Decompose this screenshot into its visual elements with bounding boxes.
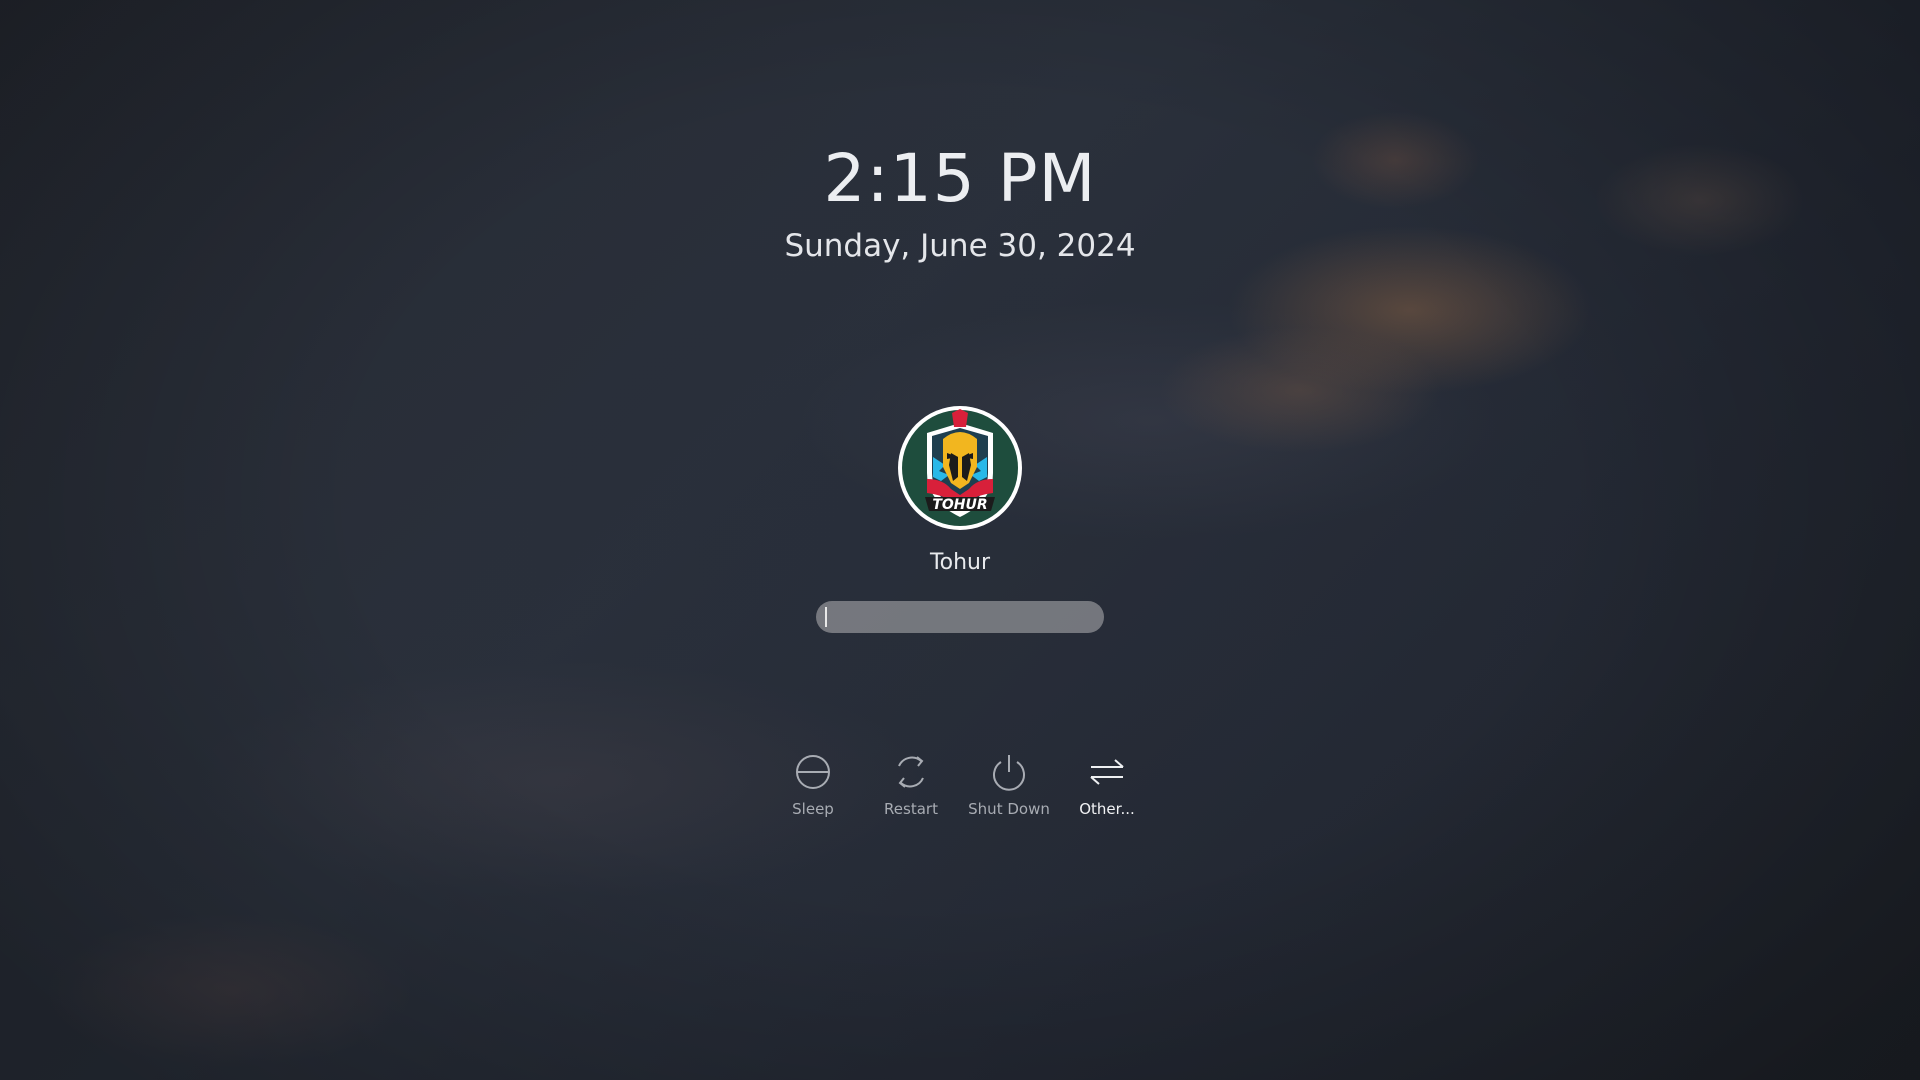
spartan-helmet-icon: TOHUR [898,406,1022,530]
sleep-label: Sleep [792,800,834,818]
text-cursor [825,607,827,627]
lock-screen: 2:15 PM Sunday, June 30, 2024 TOHUR Tohu… [0,0,1920,1080]
switch-arrows-icon [1090,759,1124,785]
restart-button[interactable]: Restart [863,752,959,818]
clock-date: Sunday, June 30, 2024 [784,228,1136,264]
other-label: Other... [1079,800,1135,818]
sleep-icon [796,755,830,789]
svg-text:TOHUR: TOHUR [932,497,987,513]
clock-time: 2:15 PM [823,140,1097,217]
password-input[interactable] [816,601,1104,633]
sleep-button[interactable]: Sleep [765,752,861,818]
user-avatar[interactable]: TOHUR [897,405,1023,531]
restart-label: Restart [884,800,938,818]
restart-icon [898,756,924,788]
shut-down-label: Shut Down [968,800,1050,818]
other-button[interactable]: Other... [1059,752,1155,818]
power-icon [993,755,1025,791]
username-label: Tohur [929,550,991,575]
shut-down-button[interactable]: Shut Down [961,752,1057,818]
